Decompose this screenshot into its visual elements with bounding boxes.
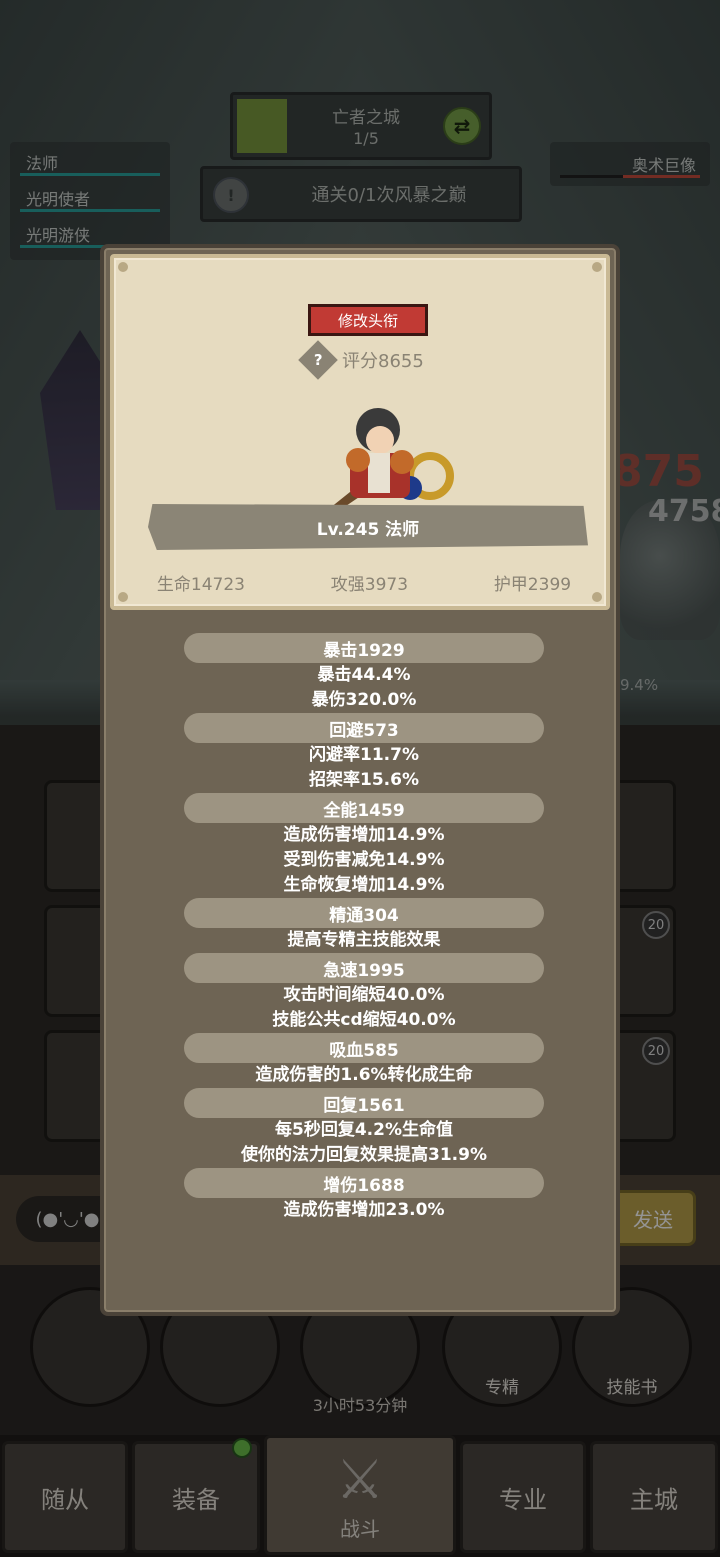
stat-line: 闪避率11.7% [309, 745, 419, 765]
stat-line: 造成伤害增加14.9% [283, 825, 445, 845]
score-row: ? 评分8655 [298, 340, 424, 380]
level-class-banner: Lv.245 法师 [148, 504, 588, 550]
stat-line: 提高专精主技能效果 [287, 930, 441, 950]
attack-stat: 攻强3973 [330, 575, 409, 595]
stat-header-haste: 急速1995 [184, 953, 544, 983]
mage-avatar-icon [330, 408, 454, 510]
change-title-button[interactable]: 修改头衔 [308, 304, 428, 336]
stat-line: 每5秒回复4.2%生命值 [275, 1120, 453, 1140]
armor-stat: 护甲2399 [493, 575, 572, 595]
score-text: 评分8655 [342, 351, 424, 372]
stat-header-versatility: 全能1459 [184, 793, 544, 823]
stat-line: 使你的法力回复效果提高31.9% [241, 1145, 487, 1165]
stat-header-mastery: 精通304 [184, 898, 544, 928]
stat-header-damage-bonus: 增伤1688 [184, 1168, 544, 1198]
character-stats-modal: 修改头衔 ? 评分8655 Lv.245 法师 生命14723 攻强3973 护… [100, 244, 620, 1316]
secondary-stats-list: 暴击1929 暴击44.4% 暴伤320.0% 回避573 闪避率11.7% 招… [104, 633, 624, 1223]
stat-header-evasion: 回避573 [184, 713, 544, 743]
stat-header-regen: 回复1561 [184, 1088, 544, 1118]
stat-line: 造成伤害的1.6%转化成生命 [255, 1065, 473, 1085]
stat-line: 招架率15.6% [309, 770, 419, 790]
stat-header-lifesteal: 吸血585 [184, 1033, 544, 1063]
stat-line: 生命恢复增加14.9% [283, 875, 445, 895]
profile-card: 修改头衔 ? 评分8655 Lv.245 法师 生命14723 攻强3973 护… [110, 254, 610, 610]
stat-line: 受到伤害减免14.9% [283, 850, 445, 870]
stat-line: 技能公共cd缩短40.0% [272, 1010, 456, 1030]
stat-line: 暴击44.4% [317, 665, 411, 685]
hp-stat: 生命14723 [156, 575, 245, 595]
stat-line: 造成伤害增加23.0% [283, 1200, 445, 1220]
stat-header-crit: 暴击1929 [184, 633, 544, 663]
stat-line: 暴伤320.0% [311, 690, 417, 710]
base-stats-row: 生命14723 攻强3973 护甲2399 [114, 570, 614, 595]
question-icon[interactable]: ? [298, 340, 338, 380]
stat-line: 攻击时间缩短40.0% [283, 985, 445, 1005]
